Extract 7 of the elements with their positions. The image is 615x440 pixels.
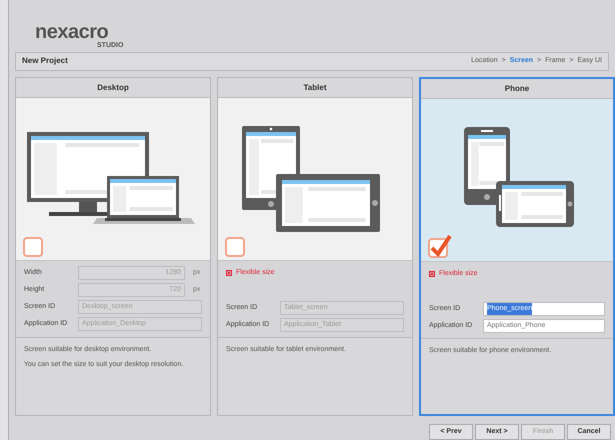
card-title: Desktop	[16, 78, 210, 98]
page-title: New Project	[22, 55, 68, 68]
card-title: Phone	[421, 79, 613, 100]
x-box-icon	[429, 270, 435, 277]
x-box-icon	[226, 270, 232, 276]
logo-wordmark: nexacro	[35, 22, 108, 42]
card-title: Tablet	[218, 78, 412, 98]
